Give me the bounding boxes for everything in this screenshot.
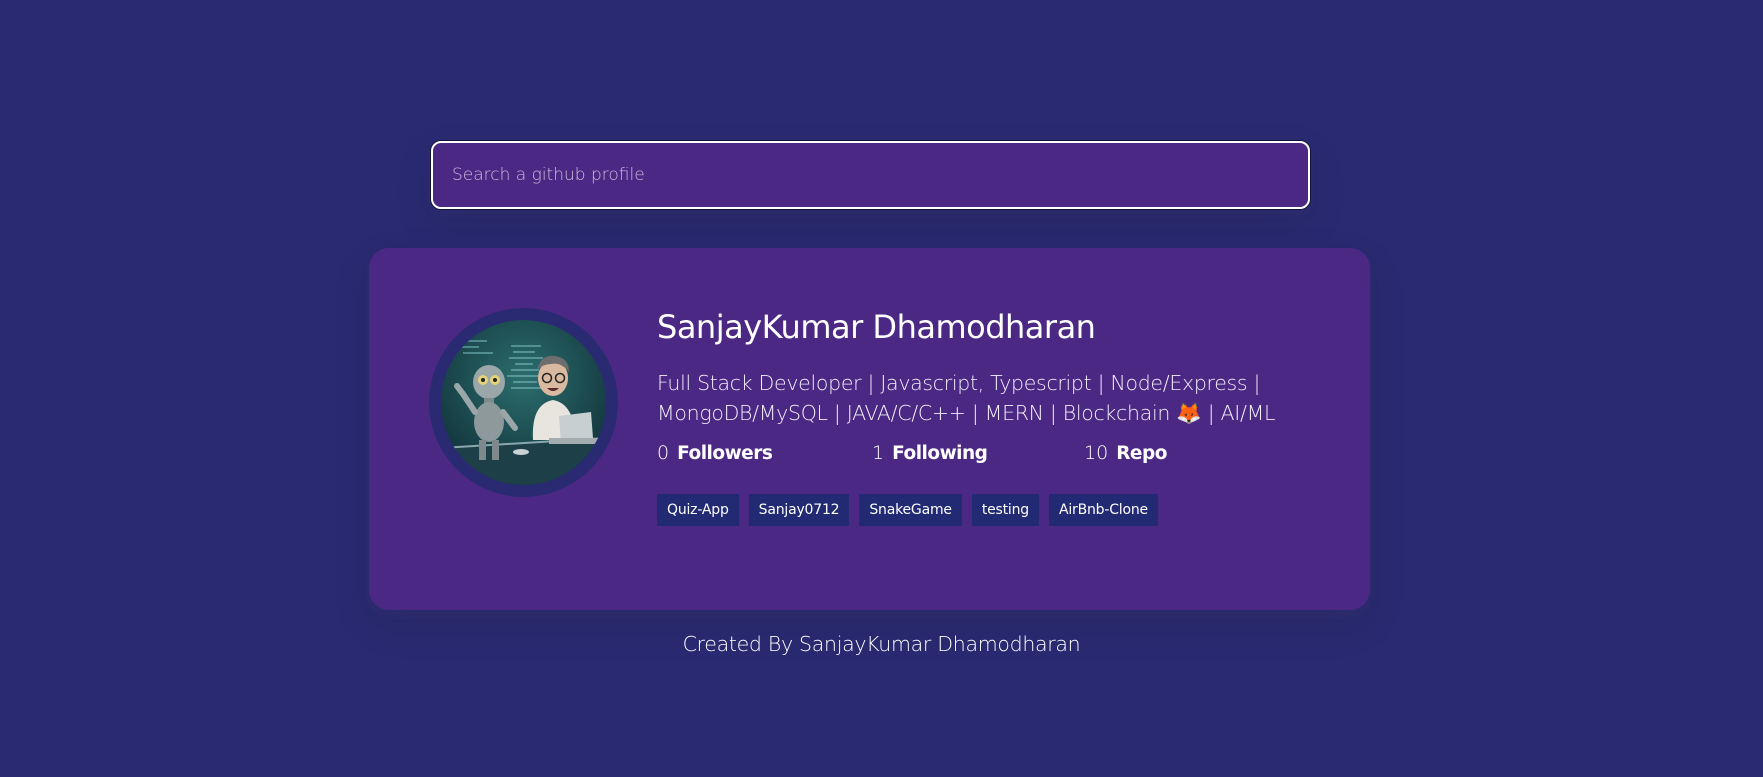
repo-link-quiz-app[interactable]: Quiz-App: [657, 494, 739, 526]
avatar: [441, 320, 606, 485]
profile-card: SanjayKumar Dhamodharan Full Stack Devel…: [369, 248, 1370, 610]
avatar-ring: [429, 308, 618, 497]
user-info: SanjayKumar Dhamodharan Full Stack Devel…: [657, 308, 1297, 526]
repo-link-airbnb-clone[interactable]: AirBnb-Clone: [1048, 494, 1158, 526]
repo-link-testing[interactable]: testing: [971, 494, 1039, 526]
search-form: [431, 141, 1310, 209]
user-name: SanjayKumar Dhamodharan: [657, 308, 1096, 346]
user-bio: Full Stack Developer | Javascript, Types…: [657, 368, 1297, 428]
footer-credit: Created By SanjayKumar Dhamodharan: [682, 632, 1081, 656]
user-bio-line-1: Full Stack Developer | Javascript, Types…: [657, 371, 1261, 395]
repo-link-sanjay0712[interactable]: Sanjay0712: [748, 494, 850, 526]
following-label: Following: [892, 443, 988, 464]
followers-label: Followers: [677, 443, 773, 464]
stat-repos: 10 Repo: [1084, 442, 1167, 464]
stats-list: 0 Followers 1 Following 10 Repo: [657, 442, 1297, 472]
stat-following: 1 Following: [872, 442, 988, 464]
user-bio-line-2: MongoDB/MySQL | JAVA/C/C++ | MERN | Bloc…: [657, 401, 1276, 425]
search-input[interactable]: [431, 141, 1310, 209]
repo-list: Quiz-App Sanjay0712 SnakeGame testing Ai…: [657, 494, 1297, 526]
stat-followers: 0 Followers: [657, 442, 773, 464]
following-count: 1: [872, 442, 885, 464]
repo-link-snakegame[interactable]: SnakeGame: [859, 494, 962, 526]
repos-label: Repo: [1116, 443, 1167, 464]
repos-count: 10: [1084, 442, 1109, 464]
followers-count: 0: [657, 442, 670, 464]
